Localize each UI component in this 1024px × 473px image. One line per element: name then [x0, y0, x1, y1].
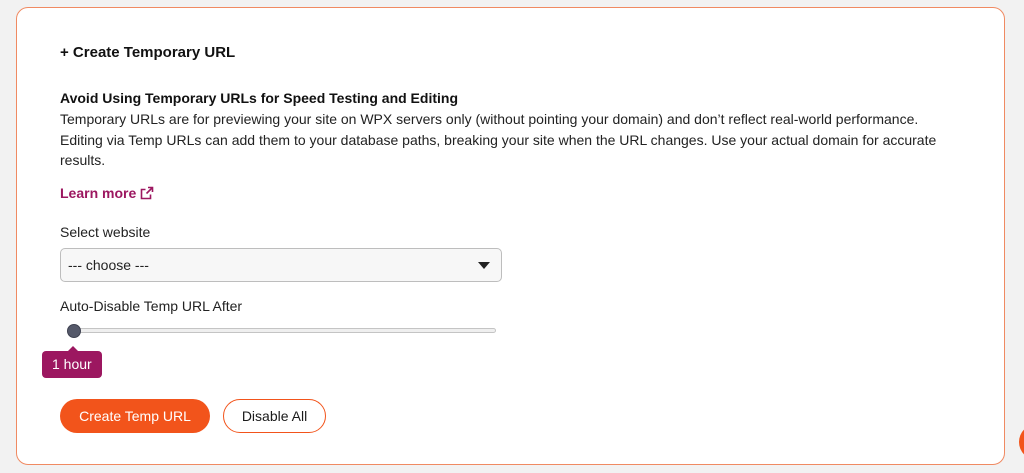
- learn-more-link[interactable]: Learn more: [60, 185, 154, 201]
- select-website-dropdown[interactable]: --- choose ---: [60, 248, 502, 282]
- caret-down-icon: [478, 262, 490, 269]
- card-title[interactable]: + Create Temporary URL: [60, 44, 235, 61]
- warning-body: Temporary URLs are for previewing your s…: [60, 111, 937, 168]
- auto-disable-slider-track[interactable]: [69, 328, 496, 333]
- external-link-icon: [140, 186, 154, 200]
- select-website-label: Select website: [60, 224, 151, 240]
- chat-bubble-icon[interactable]: [1019, 424, 1024, 460]
- learn-more-label: Learn more: [60, 185, 137, 201]
- create-temp-url-card: + Create Temporary URL Avoid Using Tempo…: [16, 7, 1005, 465]
- auto-disable-label: Auto-Disable Temp URL After: [60, 298, 243, 314]
- slider-value-tooltip: 1 hour: [42, 346, 102, 378]
- disable-all-button[interactable]: Disable All: [223, 399, 326, 433]
- select-website-value: --- choose ---: [68, 257, 149, 273]
- create-temp-url-button[interactable]: Create Temp URL: [60, 399, 210, 433]
- auto-disable-slider-thumb[interactable]: [67, 324, 81, 338]
- warning-heading: Avoid Using Temporary URLs for Speed Tes…: [60, 90, 458, 106]
